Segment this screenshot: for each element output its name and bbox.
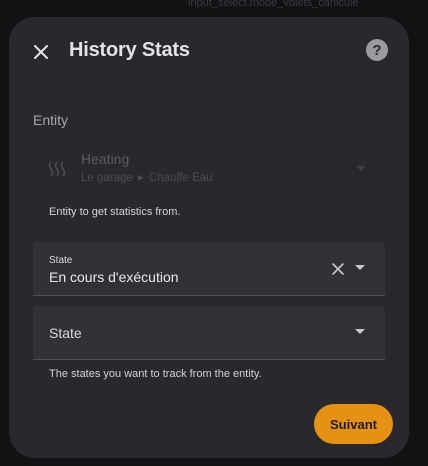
radiator-icon bbox=[48, 161, 66, 177]
entity-name: Heating bbox=[81, 151, 130, 167]
state-field-label: State bbox=[49, 325, 82, 341]
state-field-label: State bbox=[49, 255, 73, 266]
entity-breadcrumb: Le garage ▶ Chauffe Eau bbox=[81, 172, 213, 184]
dialog-title: History Stats bbox=[69, 39, 190, 61]
breadcrumb-separator-icon: ▶ bbox=[137, 173, 144, 182]
state-select-empty[interactable]: State bbox=[33, 306, 385, 360]
clear-icon[interactable] bbox=[331, 262, 345, 276]
entity-area: Le garage bbox=[81, 172, 133, 184]
entity-section-label: Entity bbox=[33, 112, 69, 128]
dialog-header: History Stats ? bbox=[9, 17, 409, 85]
entity-helper-text: Entity to get statistics from. bbox=[49, 206, 181, 218]
states-helper-text: The states you want to track from the en… bbox=[49, 368, 262, 380]
state-field-value: En cours d'exécution bbox=[49, 269, 179, 285]
help-icon[interactable]: ? bbox=[366, 39, 388, 61]
history-stats-dialog: History Stats ? Entity Heating Le garage… bbox=[9, 17, 409, 458]
chevron-down-icon bbox=[356, 166, 366, 171]
background-text: input_select.mode_volets_canicule bbox=[188, 0, 359, 9]
chevron-down-icon[interactable] bbox=[355, 329, 365, 335]
close-button[interactable] bbox=[28, 39, 54, 65]
state-select-filled[interactable]: State En cours d'exécution bbox=[33, 242, 385, 296]
close-icon bbox=[34, 45, 48, 59]
chevron-down-icon[interactable] bbox=[355, 265, 365, 271]
entity-picker[interactable]: Heating Le garage ▶ Chauffe Eau bbox=[33, 143, 385, 195]
submit-button[interactable]: Suivant bbox=[314, 404, 393, 444]
entity-device: Chauffe Eau bbox=[148, 172, 213, 184]
